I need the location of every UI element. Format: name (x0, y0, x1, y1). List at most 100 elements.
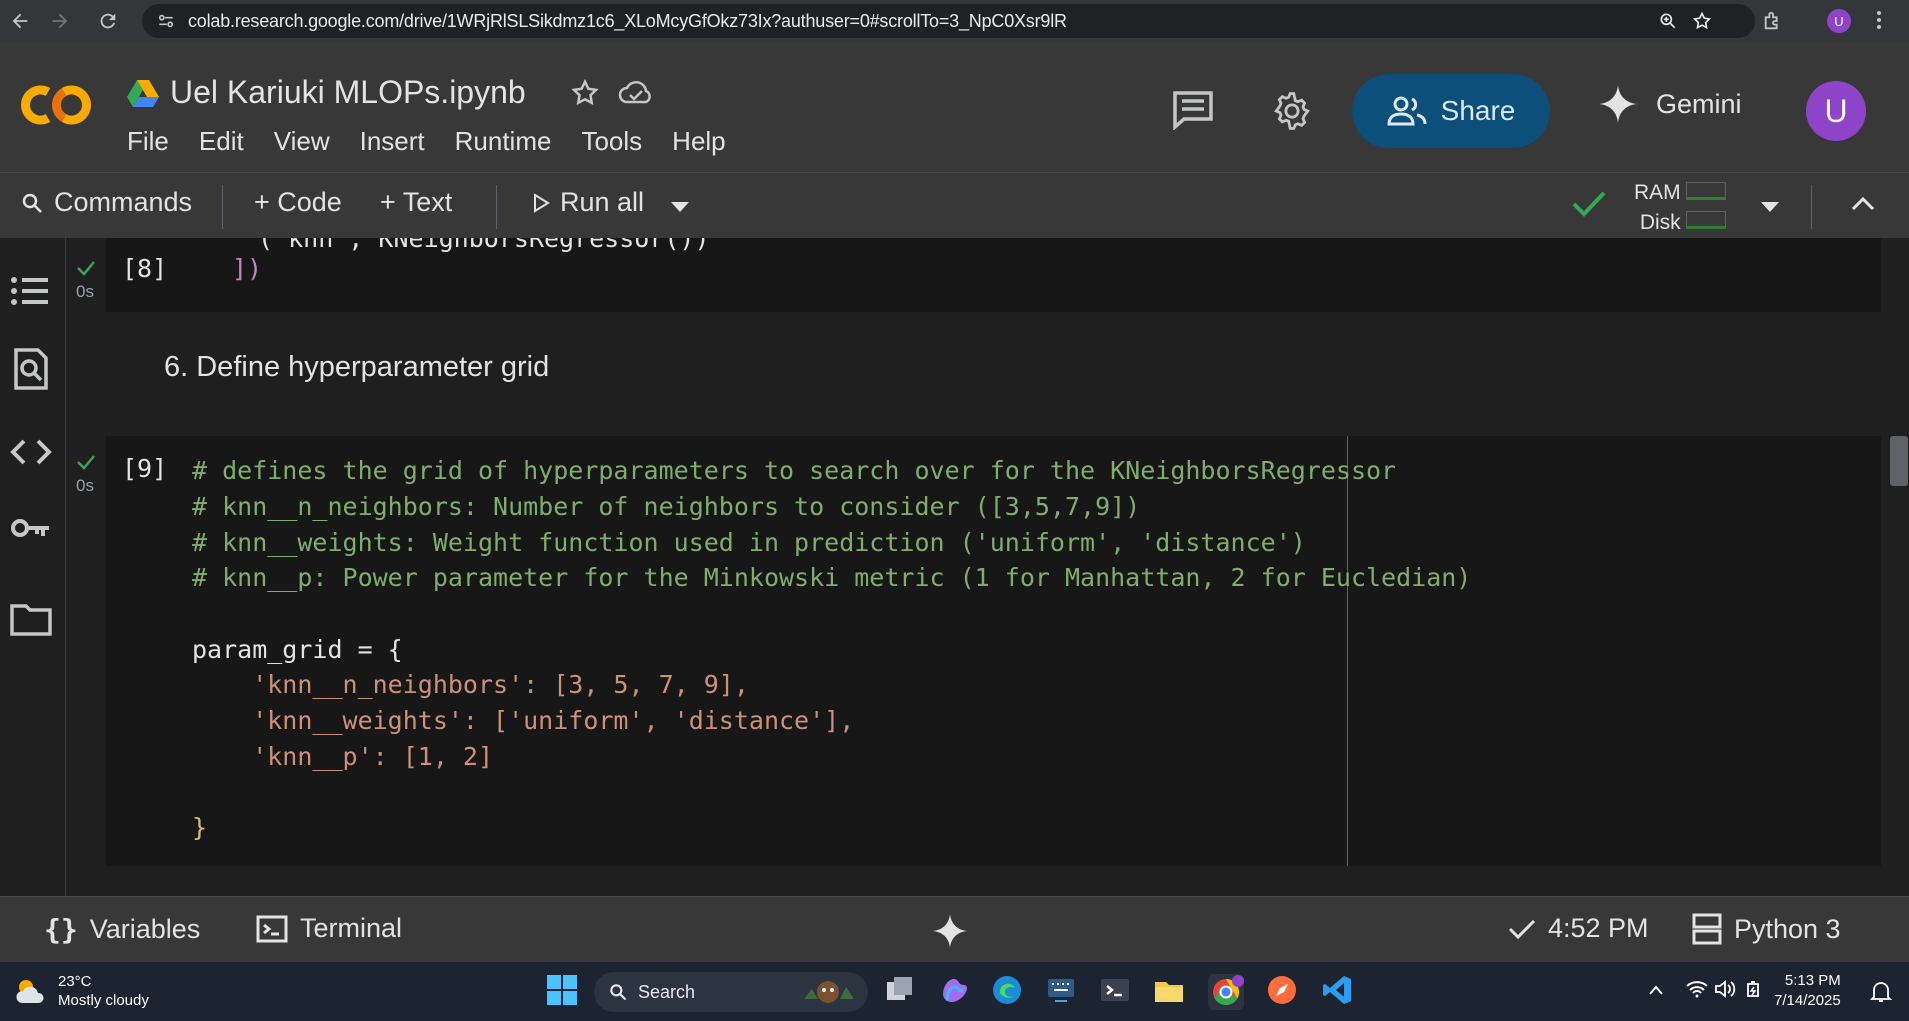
gemini-sparkle-icon[interactable] (932, 913, 968, 949)
cloud-save-icon[interactable] (618, 78, 654, 108)
site-info-icon[interactable] (156, 11, 176, 31)
resources-dropdown-icon[interactable] (1760, 201, 1780, 213)
exec-success-check-icon (76, 454, 96, 470)
share-button[interactable]: Share (1352, 74, 1550, 148)
secrets-key-icon[interactable] (10, 514, 52, 542)
code-comment-line: # knn__n_neighbors: Number of neighbors … (192, 492, 1141, 521)
zoom-icon[interactable] (1658, 11, 1678, 31)
menu-edit[interactable]: Edit (199, 126, 244, 157)
url-text[interactable]: colab.research.google.com/drive/1WRjRlSL… (188, 11, 1067, 32)
menu-file[interactable]: File (127, 126, 169, 157)
code-line-partial: ('knn', KNeighborsRegressor()) (258, 238, 710, 253)
kernel-label: Python 3 (1734, 913, 1841, 944)
add-text-label: + Text (380, 187, 453, 217)
back-arrow-icon[interactable] (2, 3, 38, 39)
connected-check-icon[interactable] (1572, 189, 1606, 219)
variables-button[interactable]: {} Variables (44, 913, 200, 946)
comments-icon[interactable] (1172, 90, 1214, 130)
run-all-dropdown-icon[interactable] (670, 201, 690, 213)
search-highlight-icon (798, 977, 858, 1007)
commands-button[interactable]: Commands (20, 187, 192, 218)
notebook-toolbar: Commands + Code + Text Run all (0, 172, 1909, 238)
bookmark-star-icon[interactable] (1692, 11, 1712, 31)
code-snippets-icon[interactable] (10, 438, 52, 466)
profile-avatar[interactable]: U (1827, 9, 1851, 33)
battery-icon[interactable] (1742, 980, 1764, 998)
touch-keyboard-icon[interactable] (1045, 974, 1081, 1010)
settings-gear-icon[interactable] (1271, 90, 1313, 132)
wifi-icon[interactable] (1686, 980, 1708, 998)
code-dict-entry: 'knn__n_neighbors': [3, 5, 7, 9], (192, 670, 749, 699)
disk-meter (1686, 211, 1726, 229)
volume-icon[interactable] (1714, 980, 1736, 998)
code-line-length-ruler (1347, 436, 1348, 866)
system-clock[interactable]: 5:13 PM 7/14/2025 (1774, 971, 1841, 1011)
add-text-button[interactable]: + Text (380, 187, 452, 218)
files-folder-icon[interactable] (10, 602, 52, 636)
markdown-heading[interactable]: 6. Define hyperparameter grid (164, 351, 549, 384)
commands-label: Commands (54, 187, 193, 217)
file-explorer-icon[interactable] (1153, 974, 1189, 1010)
exec-count[interactable]: [8] (122, 254, 167, 283)
gemini-sparkle-icon (1598, 84, 1638, 124)
ram-label: RAM (1634, 181, 1681, 204)
last-execution-status[interactable]: 4:52 PM (1508, 913, 1649, 944)
drive-icon[interactable] (126, 78, 160, 108)
task-view-icon[interactable] (884, 974, 920, 1010)
code-assignment-line: param_grid = { (192, 635, 403, 664)
partly-cloudy-icon (16, 980, 44, 1003)
code-closing-brace: } (192, 813, 208, 842)
terminal-button[interactable]: Terminal (256, 913, 402, 944)
menu-runtime[interactable]: Runtime (455, 126, 552, 157)
browser-menu-icon[interactable] (1875, 8, 1883, 32)
reload-icon[interactable] (90, 3, 126, 39)
show-hidden-icons-icon[interactable] (1648, 984, 1664, 996)
scrollbar-thumb[interactable] (1890, 436, 1908, 486)
notebook-title[interactable]: Uel Kariuki MLOPs.ipynb (170, 74, 526, 111)
windows-start-icon[interactable] (546, 974, 582, 1010)
exec-count[interactable]: [9] (122, 454, 167, 483)
find-replace-icon[interactable] (10, 348, 50, 390)
status-bar: {} Variables Terminal 4:52 PM Python 3 (0, 896, 1909, 962)
copilot-icon[interactable] (938, 974, 974, 1010)
windows-taskbar: 23°C Mostly cloudy Search 5:13 PM 7/14/2… (0, 962, 1909, 1021)
run-all-button[interactable]: Run all (532, 187, 644, 218)
terminal-icon (256, 915, 288, 942)
notification-bell-icon[interactable] (1870, 980, 1892, 1004)
vscode-icon[interactable] (1321, 974, 1357, 1010)
run-all-label: Run all (560, 187, 645, 217)
server-icon (1692, 913, 1722, 945)
extensions-icon[interactable] (1762, 10, 1784, 32)
colab-logo[interactable] (18, 82, 94, 128)
code-dict-entry: 'knn__p': [1, 2] (192, 742, 494, 771)
table-of-contents-icon[interactable] (10, 274, 50, 308)
weather-widget[interactable]: 23°C Mostly cloudy (14, 972, 149, 1010)
menu-insert[interactable]: Insert (360, 126, 425, 157)
add-code-button[interactable]: + Code (254, 187, 342, 218)
left-sidebar (0, 238, 66, 896)
star-icon[interactable] (570, 78, 600, 108)
user-avatar[interactable]: U (1806, 81, 1866, 141)
code-cell-8[interactable]: ('knn', KNeighborsRegressor()) ]) (106, 238, 1881, 312)
menu-tools[interactable]: Tools (581, 126, 642, 157)
menu-view[interactable]: View (274, 126, 330, 157)
taskbar-search[interactable]: Search (594, 972, 868, 1012)
address-bar[interactable]: colab.research.google.com/drive/1WRjRlSL… (142, 4, 1755, 38)
kernel-status[interactable]: Python 3 (1692, 913, 1841, 945)
menu-help[interactable]: Help (672, 126, 725, 157)
chrome-icon[interactable] (1208, 974, 1244, 1010)
resource-labels[interactable]: RAM Disk (1634, 178, 1681, 238)
temperature: 23°C (58, 973, 92, 990)
compass-app-icon[interactable] (1266, 974, 1302, 1010)
code-line-closing: ]) (232, 254, 263, 283)
notebook-area: ('knn', KNeighborsRegressor()) ]) 0s [8]… (66, 238, 1909, 896)
terminal-label: Terminal (300, 913, 403, 943)
gemini-button[interactable]: Gemini (1598, 84, 1742, 124)
clock-date: 7/14/2025 (1774, 992, 1841, 1009)
forward-arrow-icon[interactable] (42, 3, 78, 39)
terminal-app-icon[interactable] (1099, 974, 1135, 1010)
exec-success-check-icon (76, 260, 96, 276)
edge-browser-icon[interactable] (991, 974, 1027, 1010)
collapse-header-icon[interactable] (1851, 195, 1875, 211)
ram-meter (1686, 182, 1726, 200)
